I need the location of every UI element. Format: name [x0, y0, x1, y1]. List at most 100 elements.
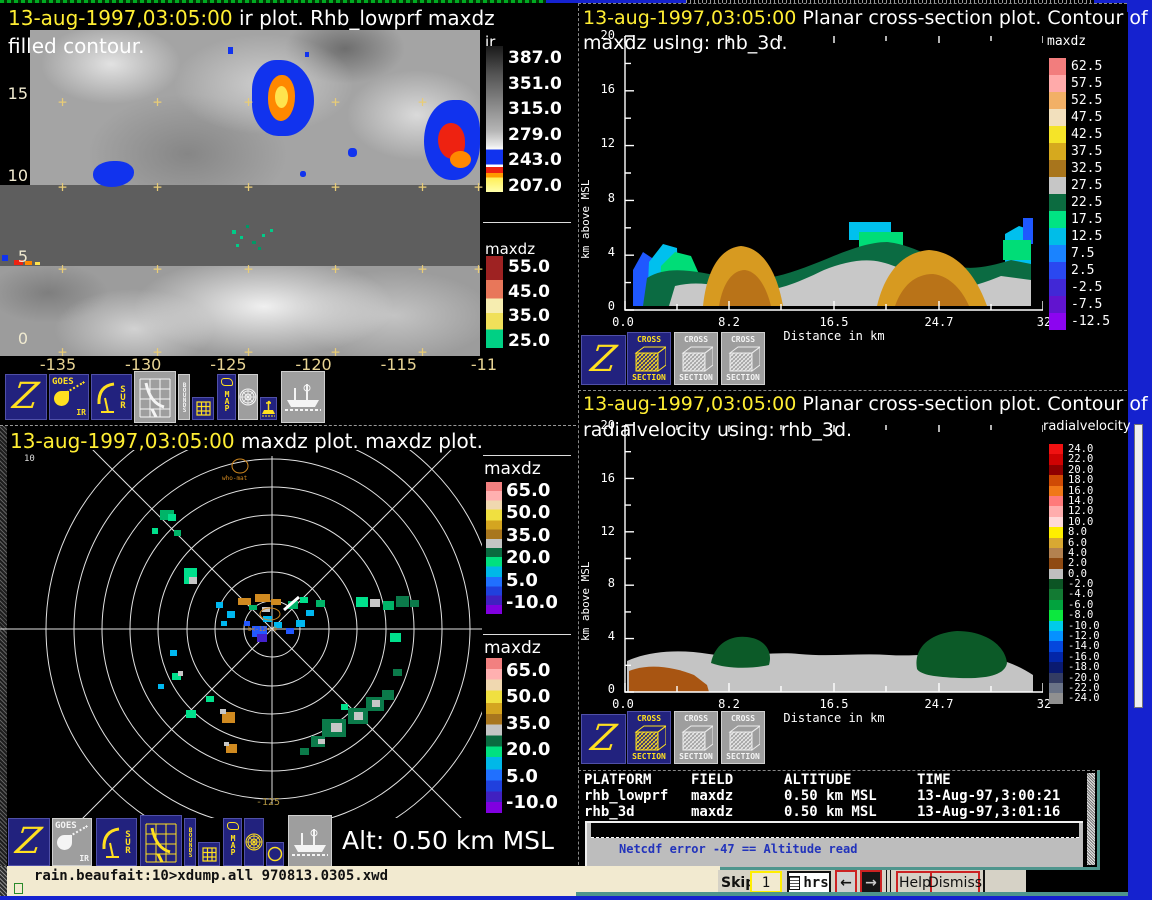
right-scrollbar[interactable] — [1134, 424, 1143, 708]
cloud-contour-speck — [228, 47, 233, 54]
grid-icon — [202, 847, 217, 862]
radar-dish-icon — [96, 378, 116, 416]
cube-icon — [726, 345, 760, 373]
message-subwindow: Netcdf error -47 == Altitude read — [585, 821, 1083, 867]
ppi-colorbar1 — [486, 482, 502, 614]
hrs-units-button[interactable]: hrs — [787, 871, 831, 894]
ppi-colorbar1-values: 65.050.035.020.05.0-10.0 — [506, 482, 570, 612]
map-squiggle-icon — [221, 378, 233, 386]
window-edge-decoration — [0, 866, 7, 896]
xs1-subtitle: maxdz using: rhb_3d. — [583, 32, 788, 54]
boundaries-button[interactable]: BOUNDS — [178, 374, 190, 420]
surveillance-radar-button[interactable]: SUR — [91, 374, 132, 420]
xs1-plot — [619, 34, 1043, 314]
zebra-z-icon: Z — [11, 379, 41, 415]
boundaries-button[interactable]: BOUNDS — [184, 818, 196, 866]
ir-panel-subtitle: filled contour. — [8, 34, 144, 58]
radar-dish-icon — [101, 823, 121, 861]
cross-section-button-1[interactable]: CROSS SECTION — [627, 711, 671, 764]
circle-overlay-button[interactable] — [266, 842, 284, 866]
status-header: PLATFORM — [584, 773, 691, 789]
cube-icon — [726, 724, 760, 752]
xs2-colorbar-label: radialvelocity — [1043, 419, 1131, 434]
colorbar-divider — [483, 455, 571, 456]
cloud-contour-core-inner — [275, 86, 288, 108]
zebra-z-icon: Z — [588, 721, 618, 757]
xs1-colorbar-label: maxdz — [1047, 34, 1086, 49]
radar-grid-overlay-button[interactable] — [134, 371, 176, 423]
platform-status-table: PLATFORM FIELD ALTITUDE TIME — [584, 773, 1084, 789]
zebra-z-icon: Z — [14, 824, 44, 860]
zebra-logo-button[interactable]: Z — [5, 374, 47, 420]
xs2-y-axis-labels: 201612840 — [593, 419, 615, 696]
ppi-colorbar2-values: 65.050.035.020.05.0-10.0 — [506, 662, 570, 812]
ir-maxdz-colorbar — [486, 256, 503, 348]
bottom-border-blue — [0, 896, 1152, 900]
circle-icon — [267, 846, 283, 862]
range-rings-button[interactable] — [244, 818, 264, 866]
arrow-right-icon: → — [865, 875, 877, 891]
xs2-colorbar: 24.0 22.0 20.0 18.0 16.0 14.0 12.0 — [1049, 444, 1100, 704]
small-grid-button[interactable] — [198, 842, 220, 866]
cross-section-button-3[interactable]: CROSS SECTION — [721, 332, 765, 385]
status-header: ALTITUDE — [784, 773, 917, 789]
map-squiggle-icon — [227, 822, 239, 830]
storm-annotation-circle — [232, 459, 248, 473]
skip-value-input[interactable]: 1 — [750, 871, 782, 893]
xs2-plot — [619, 423, 1043, 696]
ppi-altitude-readout: Alt: 0.50 km MSL — [342, 826, 554, 855]
ppi-panel-timestamp: 13-aug-1997,03:05:00 — [10, 429, 235, 453]
xs1-title: 13-aug-1997,03:05:00 Planar cross-sectio… — [583, 7, 1148, 29]
ir-colorbar — [486, 46, 503, 192]
echo-speck — [236, 244, 239, 247]
grid-radar-icon — [138, 375, 172, 419]
ship-platform-button[interactable] — [281, 371, 325, 423]
ship-icon — [284, 382, 322, 412]
ppi-colorbar2 — [486, 658, 502, 813]
xs2-title: 13-aug-1997,03:05:00 Planar cross-sectio… — [583, 393, 1148, 415]
cross-section-button-1[interactable]: CROSS SECTION — [627, 332, 671, 385]
cross-section-button-2[interactable]: CROSS SECTION — [674, 711, 718, 764]
echo-speck — [252, 241, 256, 244]
goes-ir-layer-button[interactable]: GOES IR — [52, 818, 92, 866]
ir-panel-title: 13-aug-1997,03:05:00 ir plot. Rhb_lowprf… — [8, 6, 495, 30]
goes-ir-layer-button[interactable]: GOES IR — [49, 374, 89, 420]
echo-speck — [246, 225, 249, 228]
status-header: TIME — [917, 773, 1084, 789]
xs2-subtitle: radialvelocity using: rhb_3d. — [583, 419, 852, 441]
arrow-left-icon: ← — [840, 875, 852, 891]
buoy-platform-button[interactable] — [260, 397, 277, 420]
xs1-x-axis-labels: 0.08.216.524.732 — [579, 315, 1128, 329]
ppi-colorbar2-label: maxdz — [484, 638, 541, 658]
echo-speck — [240, 236, 243, 239]
ir-y-axis-labels: 151050 — [4, 85, 28, 347]
terminal-prompt-line: rain.beaufait:10>xdump.all 970813.0305.x… — [34, 868, 388, 884]
cross-section-button-3[interactable]: CROSS SECTION — [721, 711, 765, 764]
map-overlay-button[interactable]: MAP — [217, 374, 236, 420]
cross-section-maxdz-panel: 13-aug-1997,03:05:00 Planar cross-sectio… — [578, 3, 1127, 388]
dismiss-button[interactable]: Dismiss — [930, 871, 980, 894]
cloud-contour-speck — [348, 148, 357, 157]
xs1-y-axis-title: km above MSL — [579, 119, 592, 259]
map-overlay-button[interactable]: MAP — [223, 818, 242, 866]
surveillance-radar-button[interactable]: SUR — [96, 818, 137, 866]
ppi-annotation-center: b<-12<-0 — [248, 626, 277, 633]
status-scrollbar[interactable] — [1087, 773, 1095, 865]
ship-platform-button[interactable] — [288, 815, 332, 868]
cube-icon — [632, 724, 666, 752]
terminal-cursor — [14, 883, 23, 894]
small-grid-button[interactable] — [192, 397, 214, 420]
cross-section-button-2[interactable]: CROSS SECTION — [674, 332, 718, 385]
cloud-contour-speck — [300, 171, 306, 177]
radar-grid-overlay-button[interactable] — [140, 815, 182, 868]
xs1-y-axis-labels: 201612840 — [593, 29, 615, 313]
range-rings-button[interactable] — [238, 374, 258, 420]
satellite-image-lower — [0, 266, 480, 356]
zebra-logo-button[interactable]: Z — [8, 818, 50, 866]
zebra-z-icon: Z — [588, 342, 618, 378]
zebra-logo-button[interactable]: Z — [581, 714, 626, 764]
zebra-logo-button[interactable]: Z — [581, 335, 626, 385]
ppi-radar-display — [0, 450, 482, 818]
ship-icon — [291, 827, 329, 857]
ppi-panel-title: 13-aug-1997,03:05:00 maxdz plot. maxdz p… — [10, 429, 483, 453]
